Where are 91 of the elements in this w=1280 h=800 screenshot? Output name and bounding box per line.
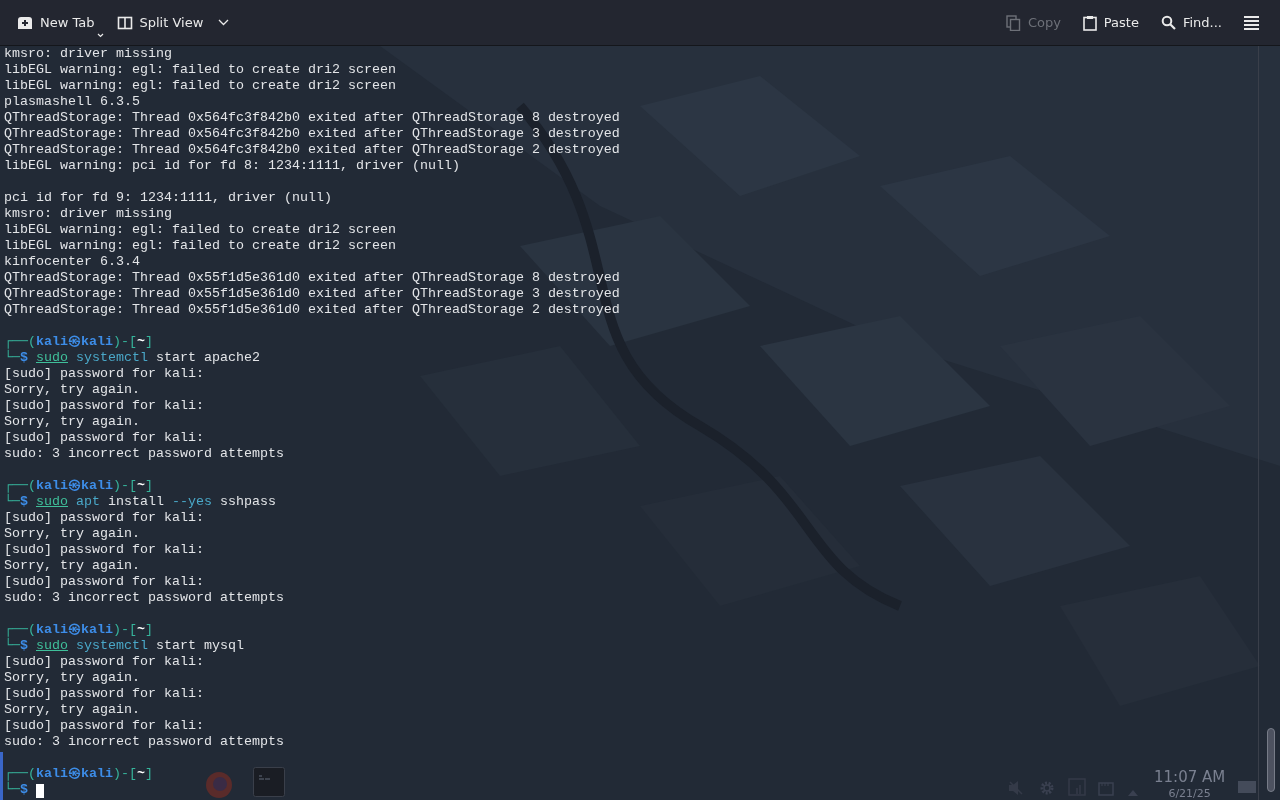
date[interactable]: 6/21/25 xyxy=(1154,788,1226,799)
output-line: [sudo] password for kali: xyxy=(4,574,205,590)
command-word: --yes xyxy=(172,494,212,510)
command-word: sudo xyxy=(36,350,68,366)
prompt-sign: $ xyxy=(20,638,28,654)
output-line: sudo: 3 incorrect password attempts xyxy=(4,734,285,750)
prompt-bracket: )-[ xyxy=(113,334,137,350)
new-tab-icon xyxy=(17,14,33,31)
output-line: [sudo] password for kali: xyxy=(4,398,205,414)
output-line: [sudo] password for kali: xyxy=(4,430,205,446)
output-line: QThreadStorage: Thread 0x564fc3f842b0 exited after QThreadStorage 3 destroyed xyxy=(4,126,621,142)
prompt-bracket: ┌──( xyxy=(4,334,36,350)
output-line: QThreadStorage: Thread 0x55f1d5e361d0 exited after QThreadStorage 3 destroyed xyxy=(4,286,621,302)
prompt-sign: $ xyxy=(20,782,28,798)
command-word: apache2 xyxy=(204,350,260,366)
copy-icon xyxy=(1005,14,1021,31)
command-word: mysql xyxy=(204,638,244,654)
output-line: QThreadStorage: Thread 0x564fc3f842b0 exited after QThreadStorage 2 destroyed xyxy=(4,142,621,158)
command-word: start xyxy=(156,350,196,366)
browser-icon[interactable] xyxy=(204,770,234,800)
focus-indicator xyxy=(0,752,3,800)
prompt-bracket: ┌──( xyxy=(4,478,36,494)
output-line: libEGL warning: egl: failed to create dri2 screen xyxy=(4,78,397,94)
menu-icon xyxy=(1244,15,1259,30)
prompt-directory: ~ xyxy=(137,622,145,638)
output-line: Sorry, try again. xyxy=(4,702,141,718)
output-line: kmsro: driver missing xyxy=(4,46,173,62)
output-line: sudo: 3 incorrect password attempts xyxy=(4,590,285,606)
scrollbar-thumb[interactable] xyxy=(1267,728,1275,792)
output-line: libEGL warning: pci id for fd 8: 1234:1111, driver (null) xyxy=(4,158,461,174)
output-line: Sorry, try again. xyxy=(4,670,141,686)
output-line: QThreadStorage: Thread 0x564fc3f842b0 exited after QThreadStorage 8 destroyed xyxy=(4,110,621,126)
output-line: Sorry, try again. xyxy=(4,414,141,430)
prompt-corner: └─ xyxy=(4,638,20,654)
prompt-corner: └─ xyxy=(4,494,20,510)
output-line: sudo: 3 incorrect password attempts xyxy=(4,446,285,462)
clock[interactable]: 11:07 AM xyxy=(1154,770,1226,785)
find-button[interactable]: Find... xyxy=(1151,6,1231,39)
prompt-bracket: ] xyxy=(145,766,153,782)
output-line: QThreadStorage: Thread 0x55f1d5e361d0 exited after QThreadStorage 8 destroyed xyxy=(4,270,621,286)
output-line: libEGL warning: egl: failed to create dri2 screen xyxy=(4,238,397,254)
new-tab-button[interactable]: New Tab xyxy=(8,6,104,39)
split-button[interactable]: Split View xyxy=(107,6,239,39)
command-word: sudo xyxy=(36,494,68,510)
prompt-corner: └─ xyxy=(4,350,20,366)
clipboard-icon xyxy=(1082,14,1097,31)
prompt-bracket: ] xyxy=(145,334,153,350)
prompt-bracket: )-[ xyxy=(113,766,137,782)
prompt-user-host: kali㉿kali xyxy=(36,622,113,638)
command-word: sshpass xyxy=(220,494,276,510)
prompt-user-host: kali㉿kali xyxy=(36,766,113,782)
output-line: [sudo] password for kali: xyxy=(4,510,205,526)
prompt-directory: ~ xyxy=(137,334,145,350)
prompt-bracket: )-[ xyxy=(113,478,137,494)
prompt-bracket: )-[ xyxy=(113,622,137,638)
prompt-bracket: ] xyxy=(145,478,153,494)
prompt-sign: $ xyxy=(20,494,28,510)
output-line: kinfocenter 6.3.4 xyxy=(4,254,141,270)
output-line: [sudo] password for kali: xyxy=(4,686,205,702)
split-view-icon xyxy=(116,14,133,31)
output-line: libEGL warning: egl: failed to create dri2 screen xyxy=(4,62,397,78)
command-word: start xyxy=(156,638,196,654)
command-word: systemctl xyxy=(76,638,148,654)
prompt-bracket: ] xyxy=(145,622,153,638)
output-line: [sudo] password for kali: xyxy=(4,366,205,382)
prompt-directory: ~ xyxy=(137,478,145,494)
output-line: QThreadStorage: Thread 0x55f1d5e361d0 exited after QThreadStorage 2 destroyed xyxy=(4,302,621,318)
prompt-user-host: kali㉿kali xyxy=(36,334,113,350)
prompt-sign: $ xyxy=(20,350,28,366)
output-line: [sudo] password for kali: xyxy=(4,542,205,558)
command-word: systemctl xyxy=(76,350,148,366)
output-line: libEGL warning: egl: failed to create dri2 screen xyxy=(4,222,397,238)
prompt-user-host: kali㉿kali xyxy=(36,478,113,494)
output-line: plasmashell 6.3.5 xyxy=(4,94,141,110)
output-line: Sorry, try again. xyxy=(4,382,141,398)
paste-button[interactable]: Paste xyxy=(1073,6,1148,39)
command-word: install xyxy=(108,494,164,510)
prompt-bracket: ┌──( xyxy=(4,766,36,782)
output-line: Sorry, try again. xyxy=(4,558,141,574)
prompt-corner: └─ xyxy=(4,782,20,798)
command-word: apt xyxy=(76,494,100,510)
prompt-bracket: ┌──( xyxy=(4,622,36,638)
output-line: Sorry, try again. xyxy=(4,526,141,542)
prompt-directory: ~ xyxy=(137,766,145,782)
output-line: pci id for fd 9: 1234:1111, driver (null) xyxy=(4,190,333,206)
terminal-icon[interactable] xyxy=(253,767,285,797)
search-icon xyxy=(1160,15,1176,30)
command-word: sudo xyxy=(36,638,68,654)
output-line: kmsro: driver missing xyxy=(4,206,173,222)
output-line: [sudo] password for kali: xyxy=(4,654,205,670)
output-line: [sudo] password for kali: xyxy=(4,718,205,734)
